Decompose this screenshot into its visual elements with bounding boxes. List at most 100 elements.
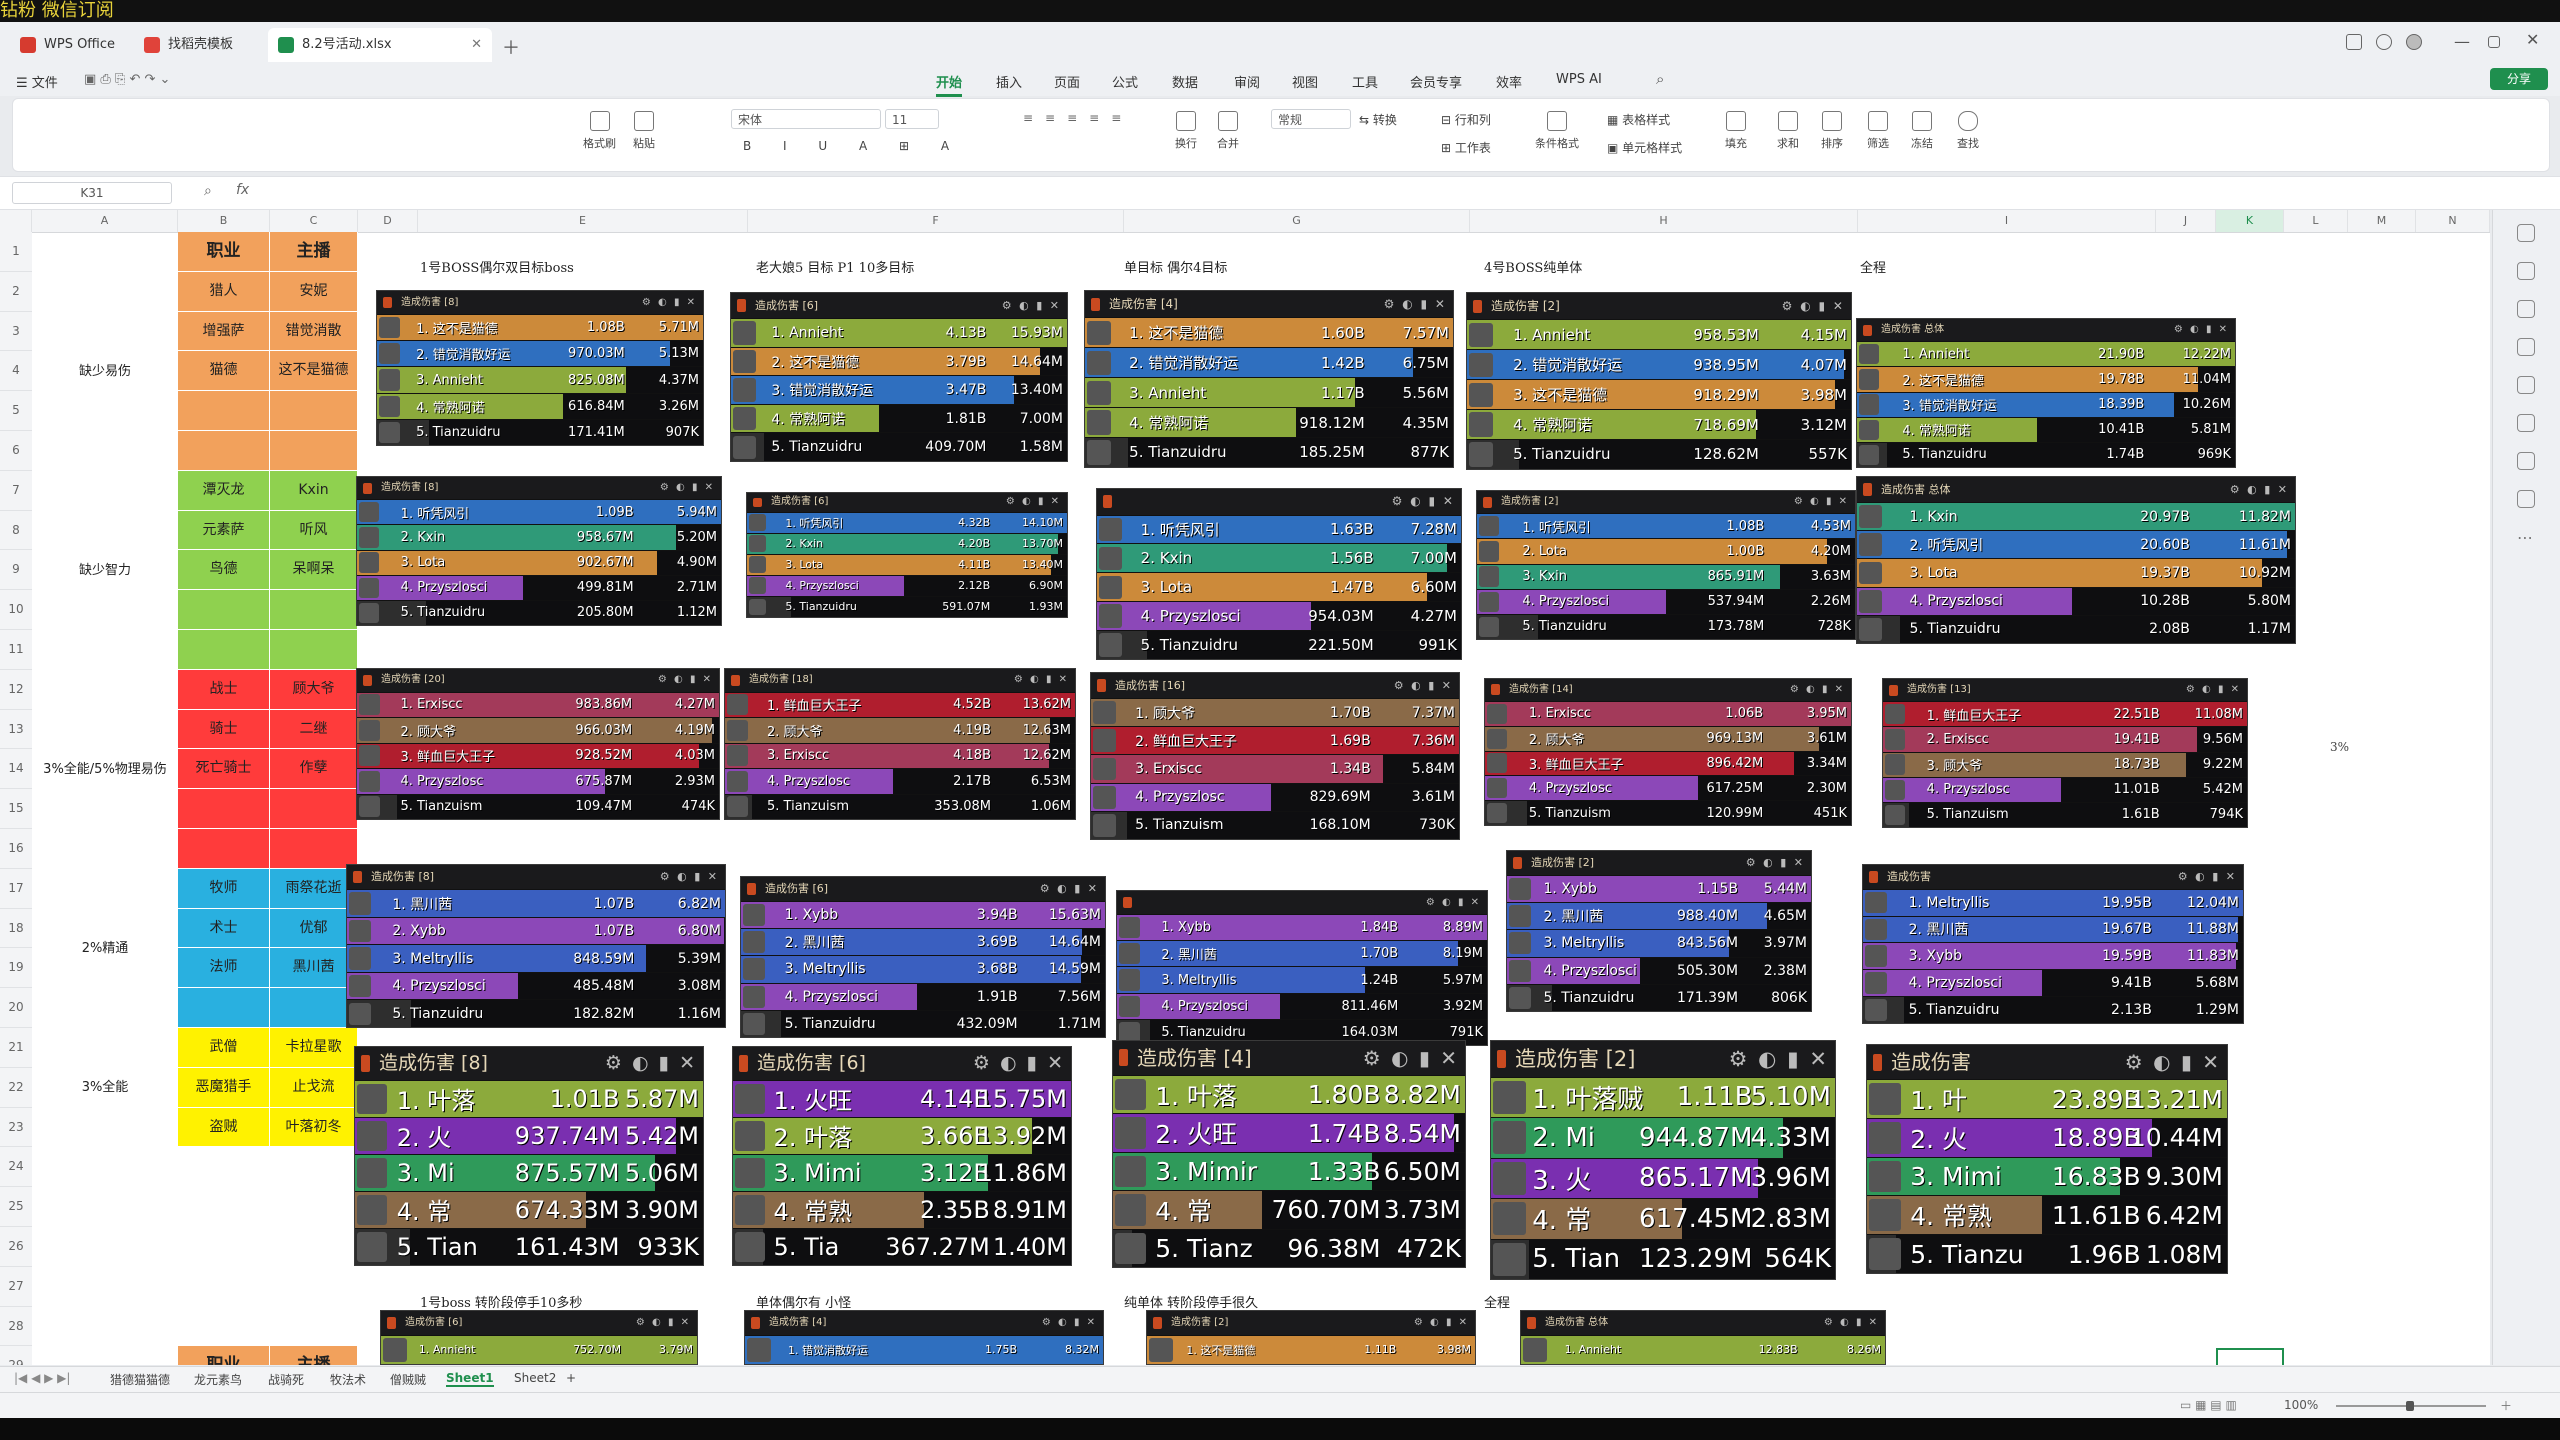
row-header-12[interactable]: 12 [0,669,32,710]
menu-item-5[interactable]: 审阅 [1234,72,1260,91]
menu-item-1[interactable]: 插入 [996,72,1022,91]
row-header-22[interactable]: 22 [0,1067,32,1108]
sheet-tab-2[interactable]: 战骑死 [268,1371,304,1388]
meter-tools-icons[interactable]: ⚙ ◐ ▮ ✕ [660,865,719,889]
row-header-4[interactable]: 4 [0,351,32,392]
close-tab-icon[interactable]: ✕ [471,28,482,62]
tools-icon[interactable] [2517,376,2535,394]
align-buttons[interactable]: ≡≡≡≡≡ [1023,111,1133,125]
meter-tools-icons[interactable]: ⚙ ◐ ▮ ✕ [1002,293,1061,318]
row-header-17[interactable]: 17 [0,868,32,909]
sheet-tab-6[interactable]: Sheet2 [514,1371,556,1385]
meter-tools-icons[interactable]: ⚙ ◐ ▮ ✕ [605,1047,697,1080]
meter-tools-icons[interactable]: ⚙ ◐ ▮ ✕ [1414,1311,1469,1335]
row-header-9[interactable]: 9 [0,550,32,591]
font-size-select[interactable]: 11 [885,109,939,129]
comment-icon[interactable] [2517,338,2535,356]
meter-tools-icons[interactable]: ⚙ ◐ ▮ ✕ [658,669,713,692]
search-icon[interactable]: ⌕ [1656,70,1664,88]
row-header-14[interactable]: 14 [0,749,32,790]
row-header-1[interactable]: 1 [0,232,32,272]
streamer-cell[interactable] [270,829,358,869]
meter-tools-icons[interactable]: ⚙ ◐ ▮ ✕ [2230,477,2289,502]
streamer-cell[interactable]: 这不是猫德 [270,351,358,392]
streamer-cell[interactable]: 顾大爷 [270,669,358,710]
streamer-cell[interactable] [270,630,358,670]
streamer-cell[interactable]: 作孽 [270,749,358,790]
header-profession-2[interactable]: 职业 [178,1346,270,1365]
streamer-cell[interactable]: 错觉消散 [270,311,358,352]
select-icon[interactable] [2517,224,2535,242]
meter-tools-icons[interactable]: ⚙ ◐ ▮ ✕ [1394,673,1453,698]
profession-cell[interactable] [178,431,270,471]
name-box[interactable]: K31 [12,182,172,204]
meter-tools-icons[interactable]: ⚙ ◐ ▮ ✕ [1006,493,1061,512]
meter-tools-icons[interactable]: ⚙ ◐ ▮ ✕ [1790,679,1845,701]
row-header-6[interactable]: 6 [0,431,32,471]
wrap-button[interactable]: 换行 [1175,111,1197,151]
profession-cell[interactable]: 恶魔猎手 [178,1067,270,1108]
row-header-28[interactable]: 28 [0,1306,32,1347]
streamer-cell[interactable]: 卡拉星歌 [270,1028,358,1068]
maximize-icon[interactable] [2488,36,2500,48]
row-header-8[interactable]: 8 [0,510,32,551]
row-header-20[interactable]: 20 [0,988,32,1028]
streamer-cell[interactable]: Kxin [270,470,358,511]
row-header-13[interactable]: 13 [0,709,32,750]
sort-button[interactable]: 排序 [1821,111,1843,151]
menu-item-2[interactable]: 页面 [1054,72,1080,91]
sheet-nav-icons[interactable]: |◀ ◀ ▶ ▶| [14,1371,70,1385]
meter-tools-icons[interactable]: ⚙ ◐ ▮ ✕ [1782,293,1845,319]
share-side-icon[interactable] [2517,490,2535,508]
sheet-tab-3[interactable]: 牧法术 [330,1371,366,1388]
streamer-cell[interactable]: 安妮 [270,271,358,312]
row-header-23[interactable]: 23 [0,1107,32,1148]
profession-cell[interactable] [178,988,270,1028]
streamer-cell[interactable]: 呆啊呆 [270,550,358,591]
row-header-18[interactable]: 18 [0,908,32,949]
profession-cell[interactable]: 武僧 [178,1028,270,1068]
number-format-select[interactable]: 常规 [1271,109,1351,129]
streamer-cell[interactable]: 止戈流 [270,1067,358,1108]
column-header-A[interactable]: A [32,210,178,232]
row-header-26[interactable]: 26 [0,1227,32,1267]
meter-tools-icons[interactable]: ⚙ ◐ ▮ ✕ [1426,891,1481,914]
column-header-C[interactable]: C [270,210,358,232]
row-header-2[interactable]: 2 [0,271,32,312]
menu-item-7[interactable]: 工具 [1352,72,1378,91]
profession-cell[interactable] [178,630,270,670]
column-header-G[interactable]: G [1124,210,1470,232]
cond-format-button[interactable]: 条件格式 [1535,111,1579,151]
profession-cell[interactable]: 鸟德 [178,550,270,591]
fill-button[interactable]: 填充 [1725,111,1747,151]
menu-item-3[interactable]: 公式 [1112,72,1138,91]
row-header-3[interactable]: 3 [0,311,32,352]
sheet-tab-4[interactable]: 僧贼贼 [390,1371,426,1388]
profession-cell[interactable]: 增强萨 [178,311,270,352]
new-tab-button[interactable]: ＋ [502,34,520,60]
more-icon[interactable]: ⋯ [2517,528,2533,547]
convert-button[interactable]: ⇆ 转换 [1359,111,1397,128]
header-streamer-2[interactable]: 主播 [270,1346,358,1365]
merge-button[interactable]: 合并 [1217,111,1239,151]
streamer-cell[interactable] [270,988,358,1028]
streamer-cell[interactable]: 听风 [270,510,358,551]
column-header-K[interactable]: K [2216,210,2284,232]
streamer-cell[interactable] [270,431,358,471]
spreadsheet-grid[interactable]: ABCDEFGHIJKLMN 1 2 3 4 5 6 7 8 9 10 11 12 13 14 15 16 17… [0,210,2490,1365]
row-header-5[interactable]: 5 [0,391,32,431]
meter-tools-icons[interactable]: ⚙ ◐ ▮ ✕ [1363,1041,1459,1075]
profession-cell[interactable] [178,391,270,431]
profession-cell[interactable]: 盗贼 [178,1107,270,1148]
column-header-J[interactable]: J [2156,210,2216,232]
fx-icon[interactable]: fx [236,182,249,198]
streamer-cell[interactable]: 黑川茜 [270,948,358,989]
streamer-cell[interactable] [270,789,358,829]
avatar[interactable] [2406,34,2422,50]
profession-cell[interactable]: 元素萨 [178,510,270,551]
streamer-cell[interactable]: 叶落初冬 [270,1107,358,1148]
meter-tools-icons[interactable]: ⚙ ◐ ▮ ✕ [1729,1041,1829,1077]
cell-style-button[interactable]: ▣ 单元格样式 [1607,139,1682,156]
formula-input[interactable] [268,181,2468,203]
share-button[interactable]: 分享 [2490,68,2548,90]
